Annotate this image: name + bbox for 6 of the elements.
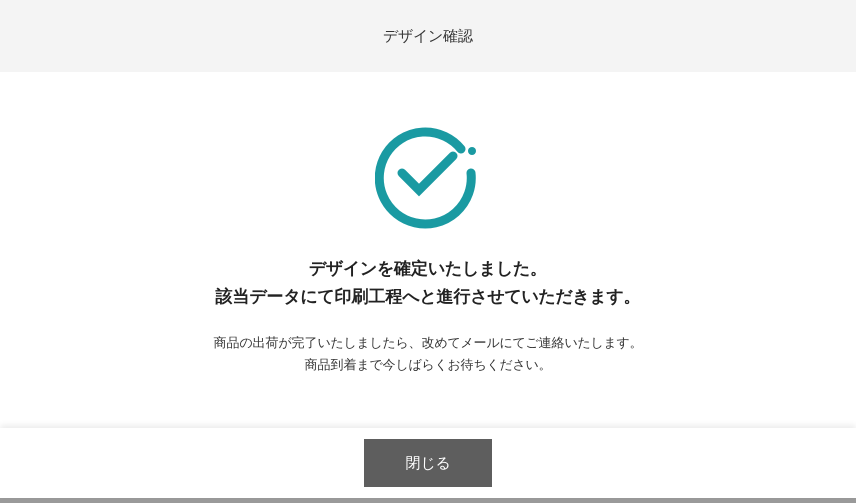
headline: デザインを確定いたしました。: [309, 258, 547, 281]
dialog-title: デザイン確認: [383, 26, 473, 47]
close-button[interactable]: 閉じる: [364, 439, 492, 487]
message-text: 商品の出荷が完了いたしましたら、改めてメールにてご連絡いたします。: [214, 335, 642, 353]
headline: 該当データにて印刷工程へと進行させていただきます。: [216, 286, 640, 309]
message-text: 商品到着まで今しばらくお待ちください。: [304, 357, 552, 375]
